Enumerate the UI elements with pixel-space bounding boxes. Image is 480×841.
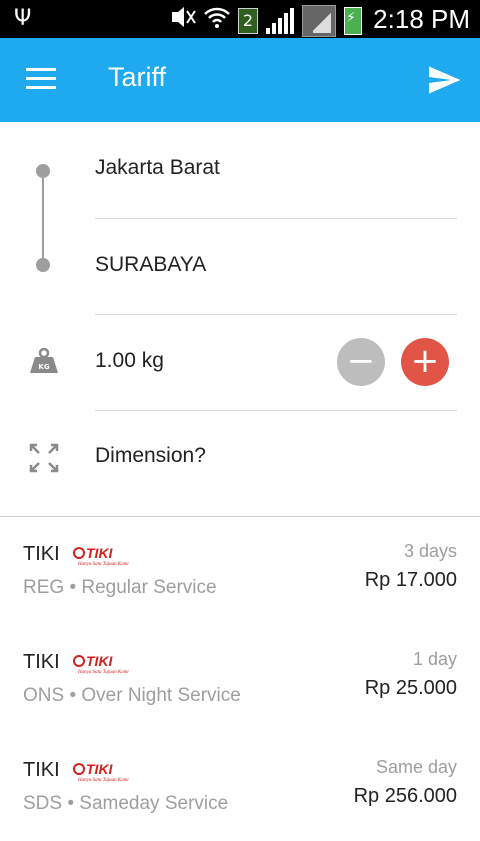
status-bar: Ψ 2 2:18 PM (0, 0, 480, 38)
tiki-logo: TIKI Hanya Satu Tujuan Kami (72, 653, 140, 675)
sim-badge: 2 (238, 8, 258, 34)
page-title: Tariff (108, 62, 167, 92)
courier-name: TIKI (23, 651, 60, 673)
origin-field[interactable]: Jakarta Barat (95, 156, 220, 180)
hamburger-menu-icon[interactable] (26, 68, 56, 90)
result-item[interactable]: TIKI TIKI Hanya Satu Tujuan Kami ONS • O… (0, 625, 480, 733)
app-bar: Tariff (0, 38, 480, 122)
delivery-duration: Same day (375, 757, 457, 777)
weight-icon: KG (28, 347, 60, 374)
destination-dot (36, 258, 50, 272)
usb-icon: Ψ (14, 6, 32, 31)
destination-field[interactable]: SURABAYA (95, 253, 206, 277)
divider (95, 314, 457, 315)
tiki-logo-text: TIKI (86, 761, 114, 777)
decrease-weight-button[interactable]: − (337, 338, 385, 386)
wifi-icon (204, 6, 230, 36)
divider (95, 218, 457, 219)
status-icons: 2 (170, 5, 362, 37)
result-item[interactable]: TIKI TIKI Hanya Satu Tujuan Kami SDS • S… (0, 733, 480, 841)
increase-weight-button[interactable]: + (401, 338, 449, 386)
route-line (42, 170, 44, 266)
delivery-duration: 1 day (412, 649, 457, 669)
tiki-logo: TIKI Hanya Satu Tujuan Kami (72, 545, 140, 567)
tariff-results-list: TIKI TIKI Hanya Satu Tujuan Kami REG • R… (0, 517, 480, 841)
dimension-field[interactable]: Dimension? (95, 444, 206, 468)
service-price: Rp 17.000 (364, 569, 457, 591)
service-price: Rp 256.000 (353, 785, 457, 807)
dimension-icon (28, 442, 60, 474)
tiki-logo-text: TIKI (86, 545, 114, 561)
signal-strength-icon (302, 5, 336, 37)
divider (95, 410, 457, 411)
tiki-logo-tagline: Hanya Satu Tujuan Kami (77, 670, 129, 675)
weight-icon-label: KG (38, 363, 49, 371)
tariff-form: Jakarta Barat SURABAYA KG 1.00 kg − + Di… (0, 122, 480, 516)
courier-name: TIKI (23, 759, 60, 781)
service-price: Rp 25.000 (364, 677, 457, 699)
service-line: SDS • Sameday Service (23, 793, 229, 814)
service-line: ONS • Over Night Service (23, 685, 241, 706)
battery-charging-icon (344, 7, 362, 35)
status-time: 2:18 PM (373, 4, 470, 34)
send-icon[interactable] (426, 62, 462, 98)
no-sound-icon (170, 6, 196, 36)
result-item[interactable]: TIKI TIKI Hanya Satu Tujuan Kami REG • R… (0, 517, 480, 625)
signal-icon (266, 8, 294, 34)
tiki-logo-text: TIKI (86, 653, 114, 669)
tiki-logo-tagline: Hanya Satu Tujuan Kami (77, 778, 129, 783)
tiki-logo-tagline: Hanya Satu Tujuan Kami (77, 562, 129, 567)
tiki-logo: TIKI Hanya Satu Tujuan Kami (72, 761, 140, 783)
delivery-duration: 3 days (403, 541, 457, 561)
courier-name: TIKI (23, 543, 60, 565)
origin-dot (36, 164, 50, 178)
service-line: REG • Regular Service (23, 577, 217, 598)
weight-field[interactable]: 1.00 kg (95, 349, 164, 373)
